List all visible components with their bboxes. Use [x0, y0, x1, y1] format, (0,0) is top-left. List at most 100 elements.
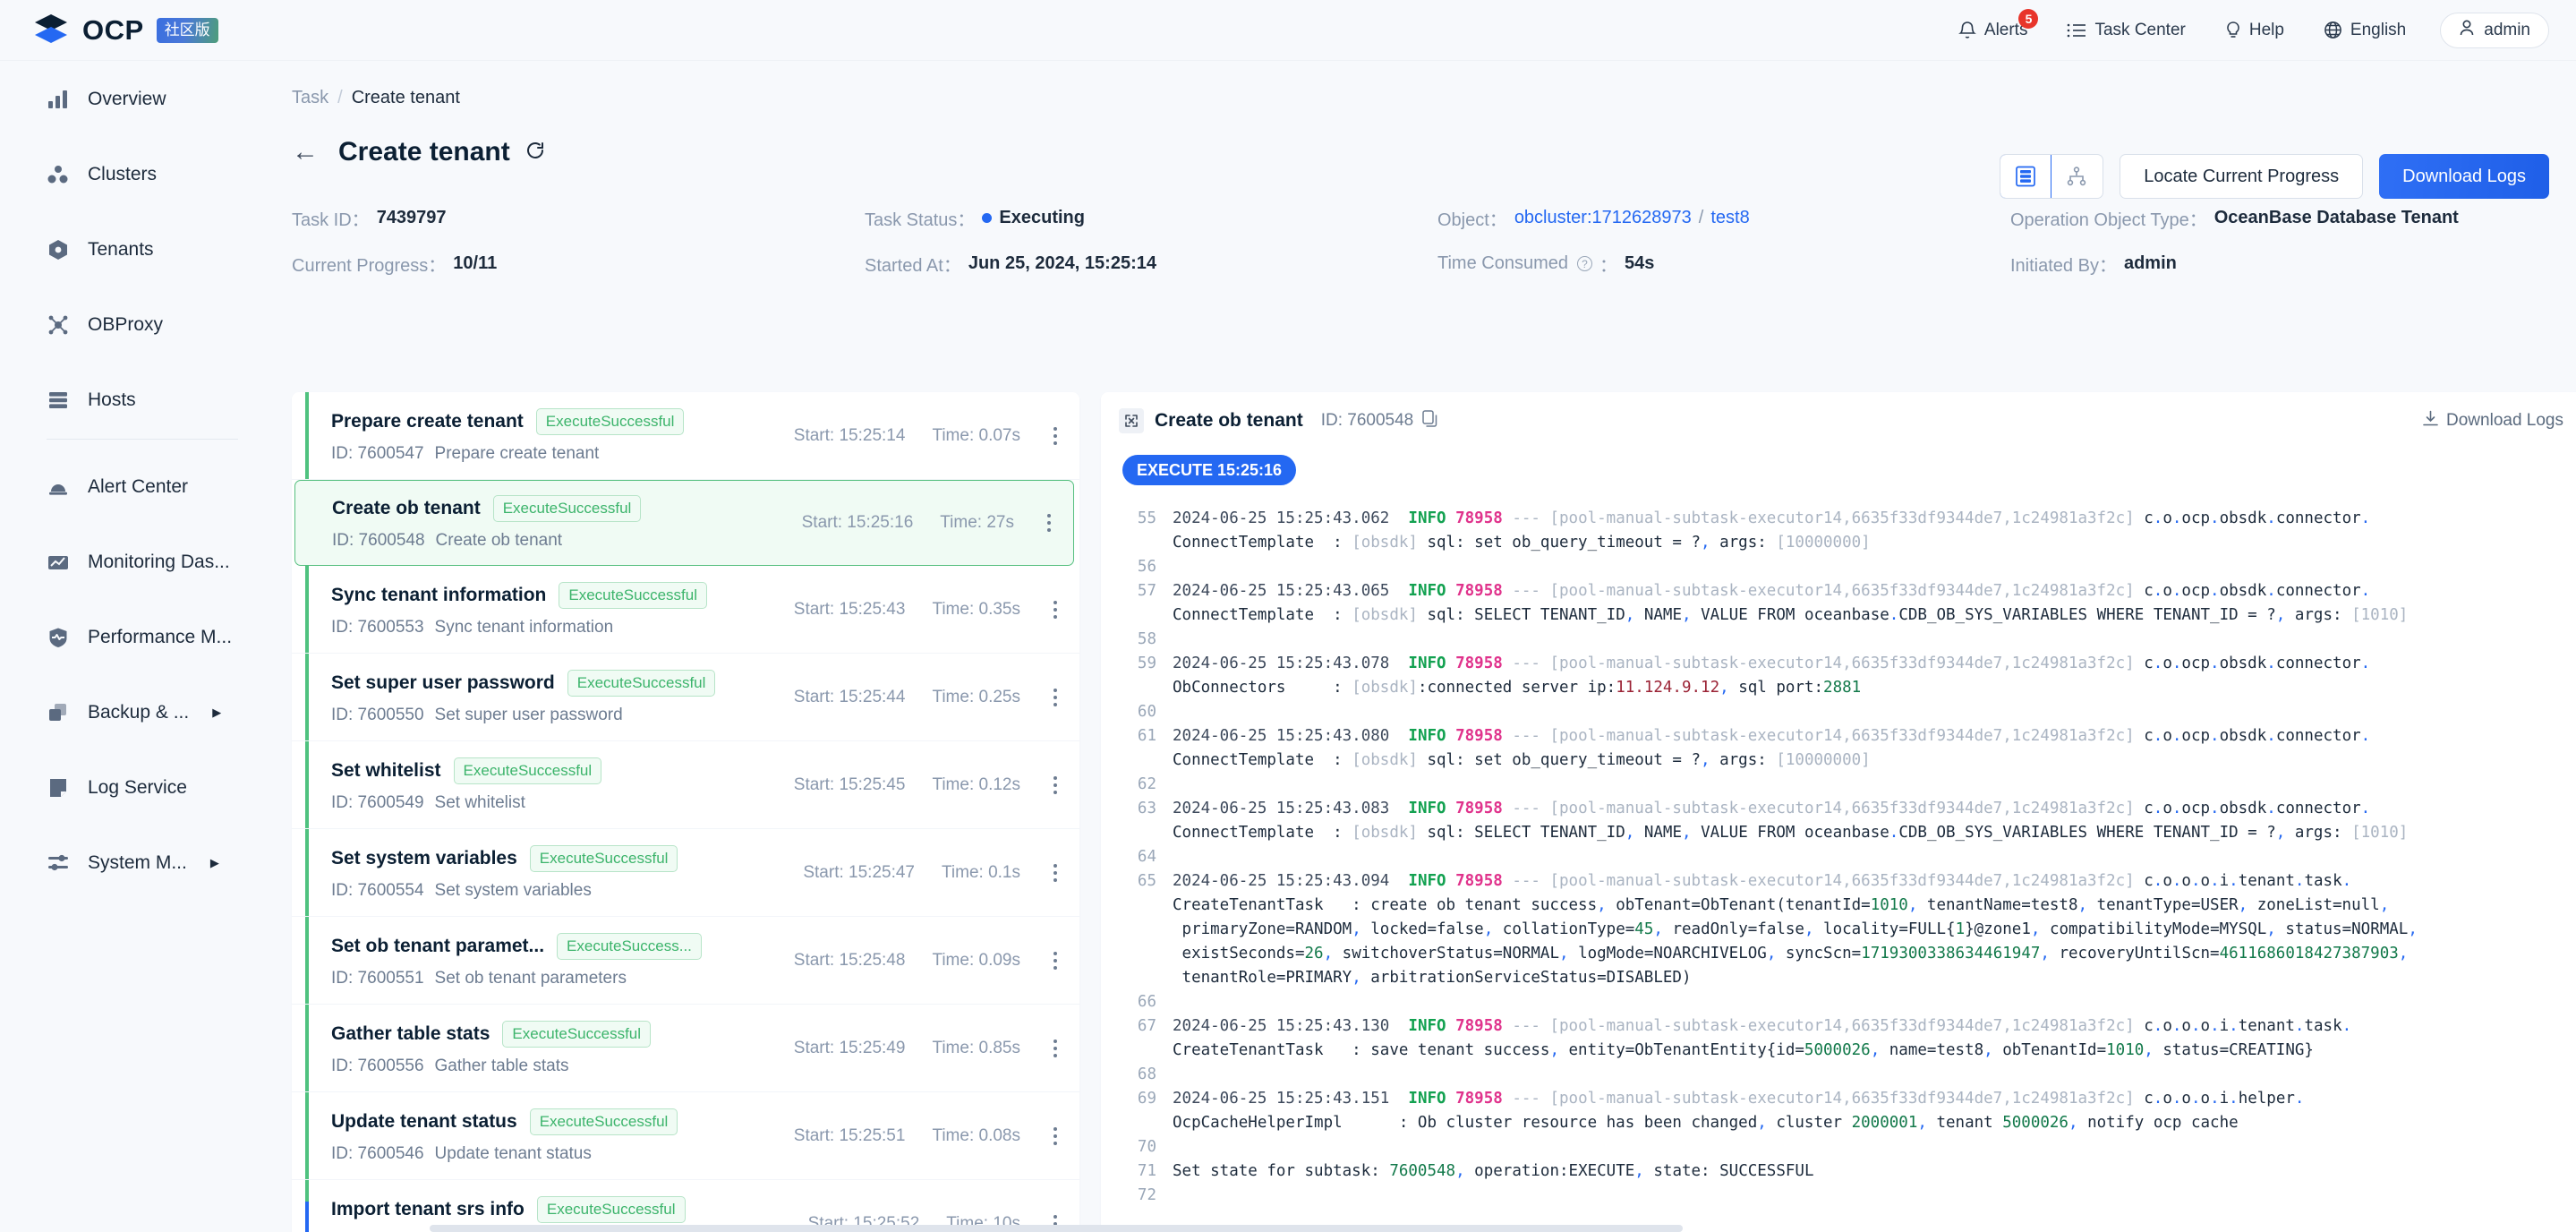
expand-icon[interactable]	[1119, 408, 1144, 433]
nav-alerts[interactable]: Alerts 5	[1939, 8, 2048, 48]
back-arrow-icon[interactable]: ←	[292, 139, 319, 166]
task-start-time: Start: 15:25:14	[793, 425, 906, 445]
sidebar-item-overview[interactable]: Overview	[0, 79, 260, 120]
locate-current-progress-button[interactable]: Locate Current Progress	[2120, 154, 2364, 199]
log-line-text: 2024-06-25 15:25:43.151 INFO 78958 --- […	[1173, 1090, 2305, 1108]
sidebar-item-tenants[interactable]: Tenants	[0, 229, 260, 270]
log-line: 59 2024-06-25 15:25:43.078 INFO 78958 ---…	[1121, 652, 2567, 676]
log-line-number: 66	[1137, 993, 1156, 1011]
log-line-number	[1121, 821, 1156, 845]
log-line: ConnectTemplate : [obsdk] sql: SELECT TE…	[1121, 821, 2567, 845]
task-row[interactable]: ✓Set super user passwordExecuteSuccessfu…	[292, 654, 1079, 741]
sidebar-item-system-management[interactable]: System M... ▶	[0, 843, 260, 884]
sidebar-item-hosts[interactable]: Hosts	[0, 380, 260, 421]
log-line-number: 63	[1137, 800, 1156, 817]
task-more-menu-icon[interactable]	[1037, 514, 1061, 532]
task-start-time: Start: 15:25:43	[793, 599, 906, 619]
task-more-menu-icon[interactable]	[1044, 1039, 1067, 1057]
breadcrumb-current: Create tenant	[351, 88, 460, 107]
task-status-badge: ExecuteSuccessful	[502, 1020, 652, 1048]
sidebar-item-obproxy[interactable]: OBProxy	[0, 304, 260, 346]
sidebar-item-backup[interactable]: Backup & ... ▶	[0, 692, 260, 733]
object-tenant-link[interactable]: test8	[1710, 208, 1749, 228]
task-row-main: Prepare create tenant ExecuteSuccessful ID…	[331, 407, 794, 464]
task-row[interactable]: ✓Set ob tenant paramet...ExecuteSuccess.…	[292, 917, 1079, 1005]
sidebar-item-clusters[interactable]: Clusters	[0, 154, 260, 195]
task-row-detail-line: ID: 7600549 Set whitelist	[331, 793, 794, 813]
log-content: 55 2024-06-25 15:25:43.062 INFO 78958 ---…	[1121, 507, 2567, 1232]
sidebar-item-label: Hosts	[88, 389, 136, 410]
chevron-right-icon[interactable]: ▶	[210, 856, 219, 870]
log-line-number: 72	[1137, 1186, 1156, 1204]
task-timing: Start: 15:25:48 Time: 0.09s	[794, 951, 1020, 971]
meta-label: Time Consumed	[1437, 253, 1568, 273]
download-logs-button[interactable]: Download Logs	[2379, 154, 2549, 199]
task-more-menu-icon[interactable]	[1044, 863, 1067, 882]
meta-label: Initiated By：	[2010, 256, 2117, 276]
log-line-text: ConnectTemplate : [obsdk] sql: SELECT TE…	[1173, 606, 2409, 624]
task-row[interactable]: ✓Prepare create tenantExecuteSuccessfulI…	[292, 392, 1079, 480]
log-line-text: 2024-06-25 15:25:43.062 INFO 78958 --- […	[1173, 509, 2371, 527]
task-row[interactable]: ✓Set whitelistExecuteSuccessfulID: 76005…	[292, 741, 1079, 829]
log-line-number: 71	[1137, 1162, 1156, 1180]
task-row[interactable]: ✓Create ob tenantExecuteSuccessfulID: 76…	[294, 480, 1074, 566]
task-row[interactable]: ✓Gather table statsExecuteSuccessfulID: …	[292, 1005, 1079, 1092]
question-mark-icon[interactable]: ?	[1576, 256, 1592, 271]
task-more-menu-icon[interactable]	[1044, 688, 1067, 706]
nav-help[interactable]: Help	[2205, 13, 2304, 48]
nav-language-label: English	[2350, 20, 2407, 39]
task-row[interactable]: ✓Sync tenant informationExecuteSuccessfu…	[292, 566, 1079, 654]
shield-pulse-icon	[47, 626, 70, 649]
brand-logo[interactable]: OCP 社区版	[32, 13, 218, 48]
task-row[interactable]: ✓Update tenant statusExecuteSuccessfulID…	[292, 1092, 1079, 1180]
tree-view-icon[interactable]	[2051, 155, 2103, 198]
meta-value: OceanBase Database Tenant	[2213, 208, 2459, 227]
user-name-label: admin	[2484, 20, 2530, 39]
page-horizontal-scrollbar-thumb[interactable]	[430, 1225, 1683, 1232]
log-line: 69 2024-06-25 15:25:43.151 INFO 78958 ---…	[1121, 1087, 2567, 1111]
breadcrumb-task-link[interactable]: Task	[292, 88, 328, 108]
refresh-icon[interactable]	[525, 140, 546, 166]
task-row[interactable]: ✓Set system variablesExecuteSuccessfulID…	[292, 829, 1079, 917]
top-nav: Alerts 5 Task Center Help English admin	[1939, 8, 2576, 48]
nav-help-label: Help	[2248, 20, 2284, 39]
sidebar-item-label: Log Service	[88, 777, 187, 798]
list-view-icon[interactable]	[2000, 155, 2052, 198]
log-line: 71 Set state for subtask: 7600548, operat…	[1121, 1159, 2567, 1184]
nav-language[interactable]: English	[2304, 13, 2426, 48]
task-more-menu-icon[interactable]	[1044, 951, 1067, 970]
task-more-menu-icon[interactable]	[1044, 775, 1067, 794]
meta-value: 10/11	[453, 253, 498, 273]
nav-task-center[interactable]: Task Center	[2047, 13, 2205, 48]
sidebar-item-alert-center[interactable]: Alert Center	[0, 466, 260, 508]
task-start-time: Start: 15:25:51	[793, 1125, 906, 1145]
page-horizontal-scrollbar[interactable]	[430, 1225, 2576, 1232]
chevron-right-icon[interactable]: ▶	[212, 706, 221, 720]
sidebar-item-performance-monitoring[interactable]: Performance M...	[0, 617, 260, 658]
task-more-menu-icon[interactable]	[1044, 426, 1067, 445]
meta-object: Object： obcluster:1712628973 / test8	[1437, 205, 2010, 231]
sidebar-item-log-service[interactable]: Log Service	[0, 767, 260, 808]
log-line-number	[1121, 603, 1156, 628]
task-title: Create ob tenant	[332, 498, 481, 518]
log-line: CreateTenantTask : create ob tenant succ…	[1121, 894, 2567, 918]
log-line-text: ConnectTemplate : [obsdk] sql: set ob_qu…	[1173, 534, 1871, 552]
sidebar-item-label: Backup & ...	[88, 702, 190, 723]
task-more-menu-icon[interactable]	[1044, 1126, 1067, 1145]
log-download-link[interactable]: Download Logs	[2422, 410, 2563, 432]
user-menu-button[interactable]: admin	[2440, 12, 2549, 48]
object-cluster-link[interactable]: obcluster:1712628973	[1514, 208, 1692, 228]
log-line: 62	[1121, 773, 2567, 797]
sidebar-item-monitoring-dashboard[interactable]: Monitoring Das...	[0, 542, 260, 583]
log-line-text: primaryZone=RANDOM, locked=false, collat…	[1173, 920, 2418, 938]
copy-icon[interactable]	[1422, 410, 1437, 432]
log-line: 55 2024-06-25 15:25:43.062 INFO 78958 ---…	[1121, 507, 2567, 531]
sidebar-nav: Overview Clusters Tenants OBProxy Hosts …	[0, 61, 260, 1232]
task-more-menu-icon[interactable]	[1044, 600, 1067, 619]
meta-operation-object-type: Operation Object Type： OceanBase Databas…	[2010, 205, 2529, 231]
task-row-main: Update tenant status ExecuteSuccessful ID:…	[331, 1108, 794, 1164]
brand-name: OCP	[82, 13, 144, 46]
log-line: ConnectTemplate : [obsdk] sql: SELECT TE…	[1121, 603, 2567, 628]
execute-stage-pill[interactable]: EXECUTE 15:25:16	[1122, 455, 1297, 485]
log-panel-title: Create ob tenant	[1155, 410, 1303, 431]
